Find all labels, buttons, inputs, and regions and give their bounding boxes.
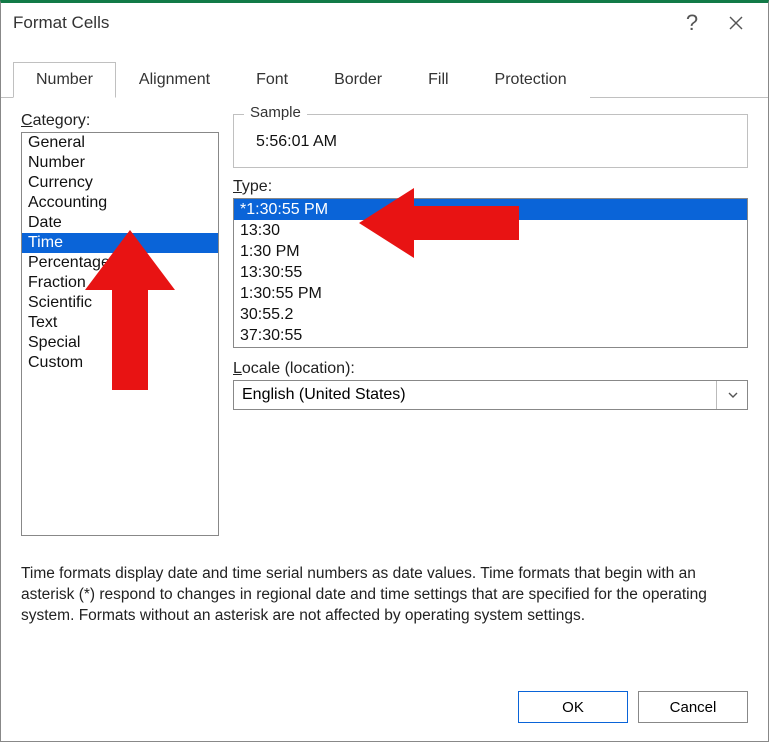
type-item-6[interactable]: 37:30:55 [234, 325, 747, 346]
category-label: Category: [21, 112, 219, 130]
titlebar: Format Cells ? [1, 3, 768, 43]
cat-general[interactable]: General [22, 133, 218, 153]
type-item-2[interactable]: 1:30 PM [234, 241, 747, 262]
type-label: Type: [233, 178, 748, 196]
cat-fraction[interactable]: Fraction [22, 273, 218, 293]
tab-number[interactable]: Number [13, 62, 116, 98]
close-button[interactable] [714, 4, 758, 42]
cat-text[interactable]: Text [22, 313, 218, 333]
cat-custom[interactable]: Custom [22, 353, 218, 373]
cat-number[interactable]: Number [22, 153, 218, 173]
tab-fill[interactable]: Fill [405, 62, 471, 98]
help-button[interactable]: ? [670, 4, 714, 42]
type-list[interactable]: *1:30:55 PM 13:30 1:30 PM 13:30:55 1:30:… [233, 198, 748, 348]
tab-alignment[interactable]: Alignment [116, 62, 233, 98]
type-item-1[interactable]: 13:30 [234, 220, 747, 241]
type-item-5[interactable]: 30:55.2 [234, 304, 747, 325]
sample-legend: Sample [244, 104, 307, 121]
cat-currency[interactable]: Currency [22, 173, 218, 193]
type-item-4[interactable]: 1:30:55 PM [234, 283, 747, 304]
tab-font[interactable]: Font [233, 62, 311, 98]
tab-border[interactable]: Border [311, 62, 405, 98]
cat-accounting[interactable]: Accounting [22, 193, 218, 213]
locale-select[interactable]: English (United States) [233, 380, 748, 410]
type-item-3[interactable]: 13:30:55 [234, 262, 747, 283]
sample-group: Sample 5:56:01 AM [233, 114, 748, 168]
dialog-title: Format Cells [13, 13, 109, 33]
locale-label: Locale (location): [233, 360, 748, 378]
cat-time[interactable]: Time [22, 233, 218, 253]
ok-button[interactable]: OK [518, 691, 628, 723]
cat-date[interactable]: Date [22, 213, 218, 233]
cancel-button[interactable]: Cancel [638, 691, 748, 723]
cat-special[interactable]: Special [22, 333, 218, 353]
cat-percentage[interactable]: Percentage [22, 253, 218, 273]
dialog-buttons: OK Cancel [1, 677, 768, 741]
tab-protection[interactable]: Protection [472, 62, 590, 98]
cat-scientific[interactable]: Scientific [22, 293, 218, 313]
tab-content: Category: General Number Currency Accoun… [1, 98, 768, 677]
category-list[interactable]: General Number Currency Accounting Date … [21, 132, 219, 536]
close-icon [728, 15, 744, 31]
sample-value: 5:56:01 AM [246, 123, 735, 151]
format-cells-dialog: Format Cells ? Number Alignment Font Bor… [0, 0, 769, 742]
description-text: Time formats display date and time seria… [21, 564, 748, 627]
chevron-down-icon [716, 381, 739, 409]
locale-value: English (United States) [242, 386, 406, 404]
type-item-0[interactable]: *1:30:55 PM [234, 199, 747, 220]
tabs: Number Alignment Font Border Fill Protec… [1, 61, 768, 98]
